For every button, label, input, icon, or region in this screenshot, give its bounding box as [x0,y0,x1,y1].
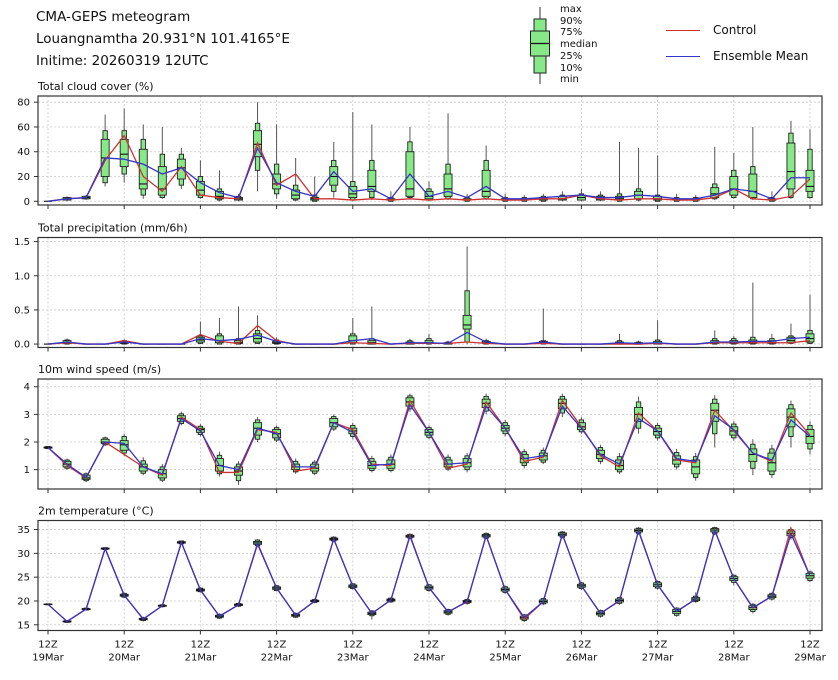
x-tick-label-hour: 12Z [724,640,744,651]
meteogram-page: 0 20 40 60 80 Total cloud cover (%) 0.0 0.5 1.0 1… [0,0,838,680]
y-tick-label: 1.5 [14,237,30,248]
y-tick-label: 0.0 [14,340,30,351]
x-tick-label-day: 23Mar [337,653,369,664]
x-tick-label-hour: 12Z [343,640,363,651]
x-tick-label-hour: 12Z [267,640,287,651]
legend-label-median: median [560,39,598,51]
y-tick-label: 15 [17,620,30,631]
legend-label-10: 10% [560,63,598,75]
x-tick-label-day: 21Mar [185,653,217,664]
panel-wind: 1 2 3 4 10m wind speed (m/s) [24,363,822,493]
x-tick-label-day: 26Mar [566,653,598,664]
x-tick-label-day: 22Mar [261,653,293,664]
box-25-75 [482,170,490,196]
panel-border [38,238,822,348]
panel-title: Total cloud cover (%) [37,80,154,93]
box-25-75 [368,170,376,191]
y-tick-label: 20 [17,596,30,607]
y-tick-label: 60 [17,122,30,133]
y-tick-label: 1.0 [14,271,30,282]
legend-label-90: 90% [560,16,598,28]
box-25-75 [749,174,757,198]
x-tick-label-hour: 12Z [114,640,134,651]
x-tick-label-day: 20Mar [108,653,140,664]
x-tick-label-hour: 12Z [419,640,439,651]
chart-header: CMA-GEPS meteogram Louangnamtha 20.931°N… [36,6,290,72]
y-tick-label: 1 [24,465,30,476]
x-tick-label-hour: 12Z [648,640,668,651]
box-25-75 [444,174,452,196]
panel-title: 10m wind speed (m/s) [38,363,161,376]
y-tick-label: 80 [17,98,30,109]
y-tick-label: 35 [17,525,30,536]
y-tick-label: 3 [24,410,30,421]
box-25-75 [120,441,128,451]
legend-label-25: 25% [560,51,598,63]
chart-init-time: Initime: 20260319 12UTC [36,50,290,72]
x-tick-label-hour: 12Z [800,640,820,651]
panel-temp: 15 20 25 30 35 2m temperature (°C) 12Z 19Mar 12Z… [17,505,826,664]
box-25-75 [787,143,795,189]
ensemble-mean-line-swatch [666,56,700,57]
legend-label-max: max [560,4,598,16]
chart-title: CMA-GEPS meteogram [36,6,290,28]
x-tick-label-day: 19Mar [32,653,64,664]
box-25-75 [730,177,738,196]
y-tick-label: 0.5 [14,305,30,316]
y-tick-label: 20 [17,172,30,183]
legend-label-min: min [560,74,598,86]
control-line-swatch [666,30,700,31]
panel-title: Total precipitation (mm/6h) [37,222,188,235]
y-tick-label: 4 [24,382,30,393]
y-tick-label: 2 [24,438,30,449]
box-25-75 [463,315,471,329]
x-tick-label-day: 27Mar [642,653,674,664]
chart-location: Louangnamtha 20.931°N 101.4165°E [36,28,290,50]
legend-row-ensemble-mean: Ensemble Mean [666,48,808,64]
legend-label-75: 75% [560,27,598,39]
y-tick-label: 40 [17,147,30,158]
legend-row-control: Control [666,22,808,38]
boxplot-legend-labels: max 90% 75% median 25% 10% min [560,4,598,86]
box-25-75 [787,409,795,427]
x-tick-label-hour: 12Z [572,640,592,651]
y-tick-label: 30 [17,549,30,560]
x-tick-label-day: 28Mar [718,653,750,664]
y-tick-label: 25 [17,573,30,584]
x-tick-label-hour: 12Z [38,640,58,651]
line-legend: Control Ensemble Mean [666,22,808,74]
x-tick-label-hour: 12Z [495,640,515,651]
x-tick-label-day: 25Mar [489,653,521,664]
x-tick-label-day: 29Mar [794,653,826,664]
ensemble-mean-legend-label: Ensemble Mean [713,49,808,63]
y-tick-label: 0 [24,197,30,208]
boxplot-legend-glyph [527,4,553,86]
box-25-75 [120,139,128,166]
panel-precip: 0.0 0.5 1.0 1.5 Total precipitation (mm/6h) [14,222,822,352]
x-tick-label-day: 24Mar [413,653,445,664]
panel-cloud: 0 20 40 60 80 Total cloud cover (%) [17,80,822,209]
control-legend-label: Control [713,23,756,37]
panel-border [38,521,822,631]
boxplot-legend: max 90% 75% median 25% 10% min [527,4,598,86]
x-tick-label-hour: 12Z [191,640,211,651]
panel-title: 2m temperature (°C) [38,505,154,518]
meteogram-chart: 0 20 40 60 80 Total cloud cover (%) 0.0 0.5 1.0 1… [0,0,838,680]
ensemble-mean-line [48,531,810,622]
